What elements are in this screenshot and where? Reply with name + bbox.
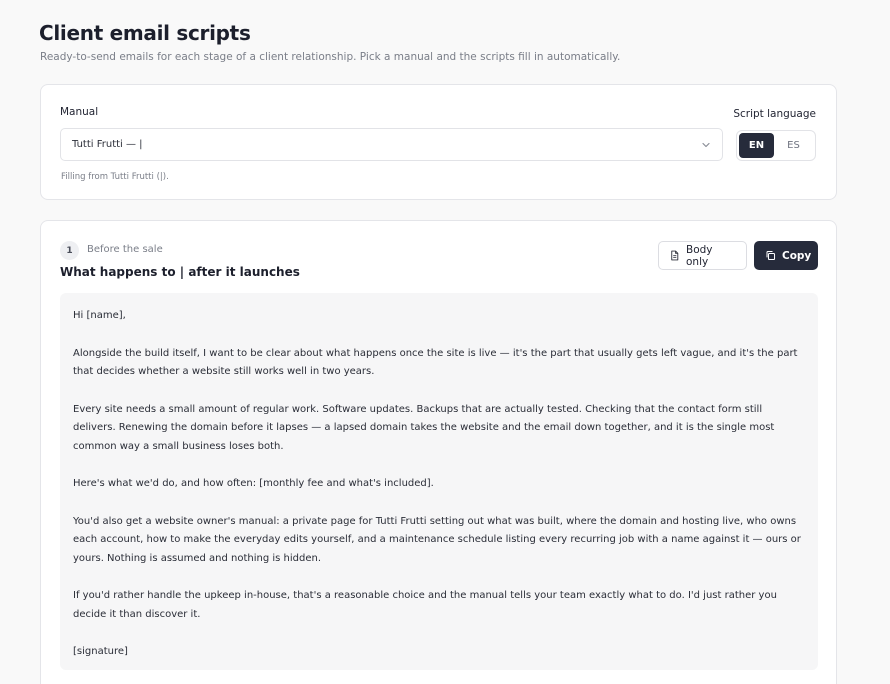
script-paragraph: If you'd rather handle the upkeep in-hou… xyxy=(73,590,777,620)
chevron-down-icon xyxy=(702,142,710,148)
language-en-button[interactable]: EN xyxy=(739,133,774,158)
language-es-button[interactable]: ES xyxy=(776,133,811,158)
copy-label: Copy xyxy=(782,249,812,262)
page-title: Client email scripts xyxy=(39,21,251,45)
page-subtitle: Ready-to-send emails for each stage of a… xyxy=(40,51,621,63)
script-card: 1 Before the sale What happens to | afte… xyxy=(40,220,837,684)
manual-select-value: Tutti Frutti — | xyxy=(72,139,143,150)
manual-card: Manual Tutti Frutti — | Filling from Tut… xyxy=(40,84,837,200)
body-only-button[interactable]: Body only xyxy=(658,241,747,270)
manual-label: Manual xyxy=(60,106,99,118)
stage-label: Before the sale xyxy=(87,244,163,255)
copy-icon xyxy=(766,250,776,261)
body-only-label: Body only xyxy=(686,243,713,268)
script-paragraph: Hi [name], xyxy=(73,310,126,321)
script-paragraph: Every site needs a small amount of regul… xyxy=(73,403,775,452)
step-number-badge: 1 xyxy=(60,241,79,260)
manual-select[interactable]: Tutti Frutti — | xyxy=(60,128,723,161)
page: Client email scripts Ready-to-send email… xyxy=(0,0,890,684)
email-script-body: Hi [name], Alongside the build itself, I… xyxy=(60,293,818,670)
script-paragraph: Here's what we'd do, and how often: [mon… xyxy=(73,478,434,489)
script-paragraph: You'd also get a website owner's manual:… xyxy=(73,515,801,564)
copy-button[interactable]: Copy xyxy=(754,241,818,270)
script-language-label: Script language xyxy=(733,108,816,120)
script-paragraph: Alongside the build itself, I want to be… xyxy=(73,347,798,378)
script-paragraph: [signature] xyxy=(73,646,128,657)
document-icon xyxy=(671,250,679,261)
script-title: What happens to | after it launches xyxy=(60,265,300,279)
script-language-toggle: EN ES xyxy=(736,130,816,161)
filling-hint: Filling from Tutti Frutti (|). xyxy=(61,172,169,182)
